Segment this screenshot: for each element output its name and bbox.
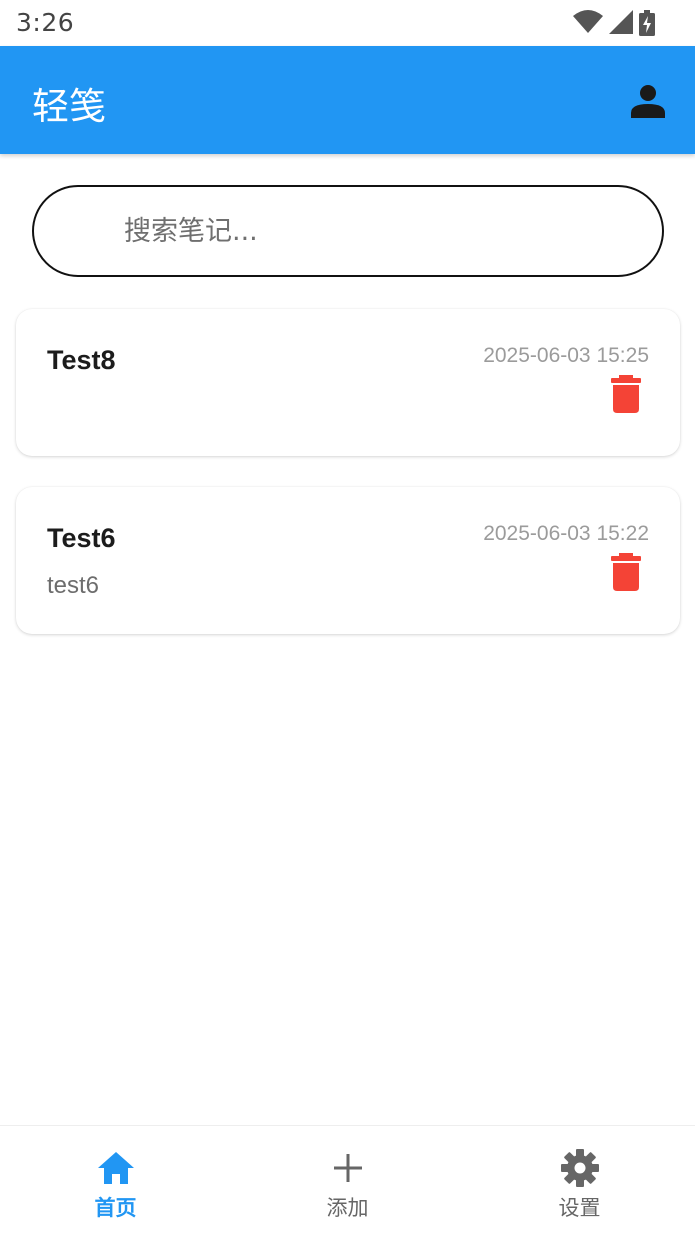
nav-item-home[interactable]: 首页 <box>0 1126 231 1235</box>
wifi-icon <box>573 10 603 33</box>
delete-icon[interactable] <box>610 375 642 413</box>
note-card[interactable]: Test8 2025-06-03 15:25 <box>16 309 680 456</box>
bottom-nav: 首页 添加 设置 <box>0 1125 695 1235</box>
app-title: 轻笺 <box>32 85 106 128</box>
note-body: test6 <box>47 572 100 599</box>
note-timestamp: 2025-06-03 15:22 <box>483 522 649 545</box>
screen: 3:26 轻笺 Test8 2025-06-03 15:25 <box>0 0 695 1235</box>
signal-icon <box>609 10 633 34</box>
status-bar: 3:26 <box>0 0 695 46</box>
app-bar: 轻笺 <box>0 46 695 154</box>
account-icon[interactable] <box>631 84 665 118</box>
note-title: Test8 <box>47 345 116 375</box>
note-title: Test6 <box>47 523 116 553</box>
battery-charging-icon <box>639 10 655 36</box>
note-card[interactable]: Test6 2025-06-03 15:22 test6 <box>16 487 680 634</box>
nav-label-add: 添加 <box>326 1196 369 1220</box>
note-timestamp: 2025-06-03 15:25 <box>483 344 649 367</box>
nav-label-home: 首页 <box>94 1196 137 1220</box>
search-box[interactable] <box>32 185 664 277</box>
nav-item-settings[interactable]: 设置 <box>464 1126 695 1235</box>
plus-icon <box>333 1154 362 1182</box>
status-icons <box>573 10 655 36</box>
nav-item-add[interactable]: 添加 <box>232 1126 463 1235</box>
home-icon <box>97 1152 134 1184</box>
status-time: 3:26 <box>16 8 75 37</box>
search-input[interactable] <box>124 187 644 275</box>
gear-icon <box>560 1149 599 1187</box>
delete-icon[interactable] <box>610 553 642 591</box>
nav-label-settings: 设置 <box>558 1196 601 1220</box>
